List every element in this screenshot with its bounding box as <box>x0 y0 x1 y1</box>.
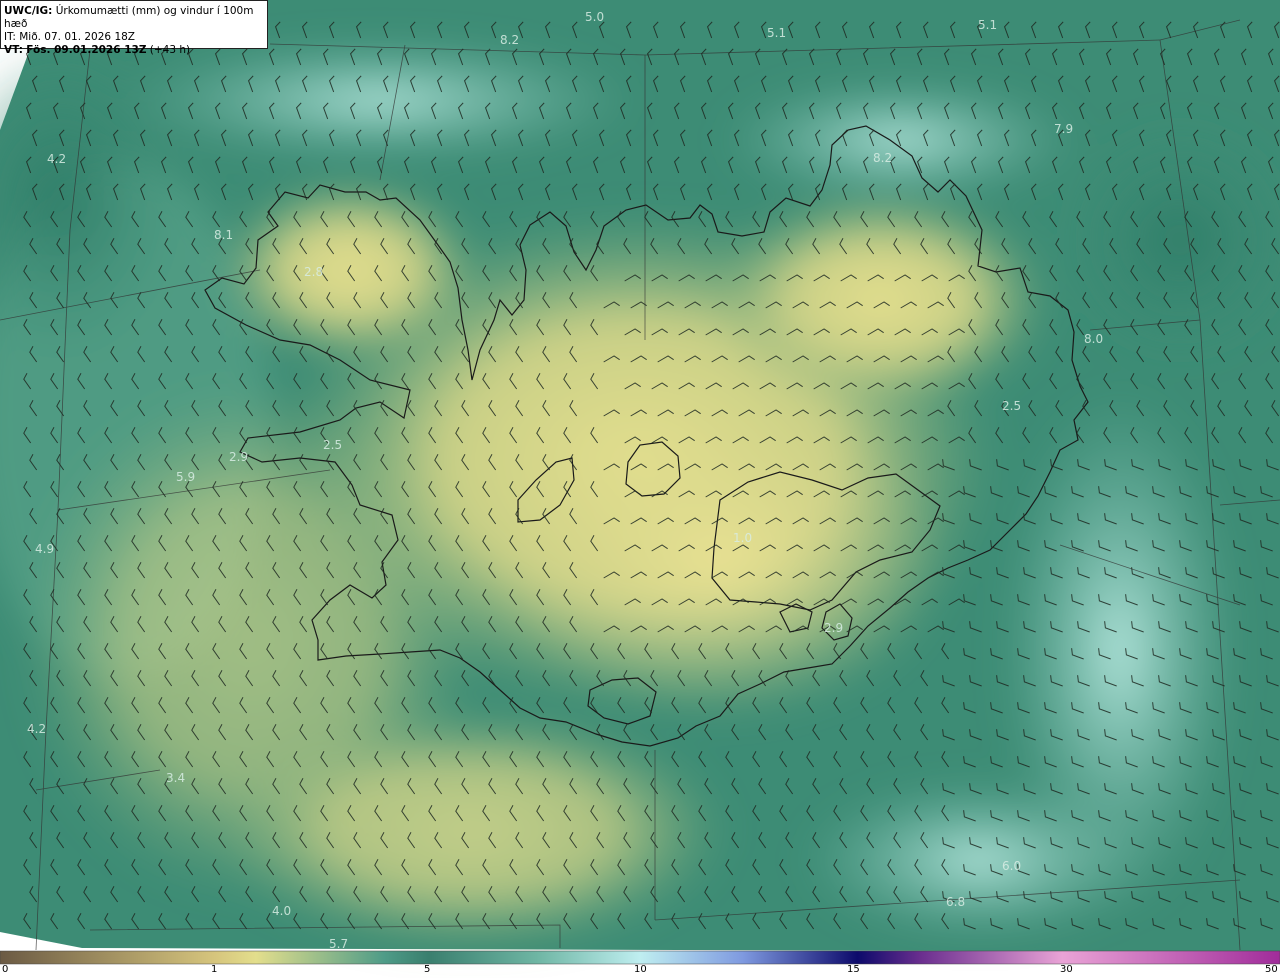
field-label: 4.2 <box>47 152 66 166</box>
field-label: 8.0 <box>1084 332 1103 346</box>
map-title-box: UWC/IG: Úrkomumætti (mm) og vindur í 100… <box>0 0 268 56</box>
colorbar-tick-label: 1 <box>211 964 218 975</box>
field-label: 7.9 <box>1054 122 1073 136</box>
field-label: 3.4 <box>166 771 185 785</box>
colorbar-tick-label: 0 <box>2 964 9 975</box>
valid-time: Fös. 09.01.2026 13Z <box>26 44 147 56</box>
colorbar-tick-label: 30 <box>1060 964 1073 975</box>
field-label: 4.2 <box>27 722 46 736</box>
field-label: 8.1 <box>214 228 233 242</box>
field-label: 2.5 <box>323 438 342 452</box>
field-label: 5.7 <box>329 937 348 951</box>
weather-map: 5.0 5.1 5.1 8.2 4.2 7.9 8.2 8.1 2.8 8.0 … <box>0 0 1280 978</box>
colorbar-tick-label: 50 <box>1265 964 1278 975</box>
field-label: 5.9 <box>176 470 195 484</box>
field-label: 8.2 <box>500 33 519 47</box>
field-label: 8.2 <box>873 151 892 165</box>
colorbar-tick-label: 10 <box>634 964 647 975</box>
field-label: 2.9 <box>824 621 843 635</box>
init-time: IT: Mið. 07. 01. 2026 18Z <box>4 31 135 43</box>
product-code: UWC/IG: <box>4 5 53 17</box>
field-label: 5.0 <box>585 10 604 24</box>
field-label: 5.1 <box>978 18 997 32</box>
field-label: 2.9 <box>229 450 248 464</box>
field-label: 2.5 <box>1002 399 1021 413</box>
colorbar-labels: 0 1 5 10 15 30 50 <box>0 964 1280 978</box>
field-label: 5.1 <box>767 26 786 40</box>
map-canvas: 5.0 5.1 5.1 8.2 4.2 7.9 8.2 8.1 2.8 8.0 … <box>0 0 1280 965</box>
colorbar-tick-label: 5 <box>424 964 431 975</box>
colorbar-tick-label: 15 <box>847 964 860 975</box>
field-label: 6.0 <box>1002 859 1021 873</box>
colorbar <box>0 950 1280 965</box>
title-line: UWC/IG: Úrkomumætti (mm) og vindur í 100… <box>4 5 267 31</box>
field-label: 2.8 <box>304 265 323 279</box>
field-label: 4.0 <box>272 904 291 918</box>
lead-time: (+43 h) <box>149 44 191 56</box>
field-label: 1.0 <box>733 531 752 545</box>
valid-line: VT: Fös. 09.01.2026 13Z (+43 h) <box>4 44 267 57</box>
field-label: 6.8 <box>946 895 965 909</box>
field-label: 4.9 <box>35 542 54 556</box>
valid-label: VT: <box>4 44 23 56</box>
